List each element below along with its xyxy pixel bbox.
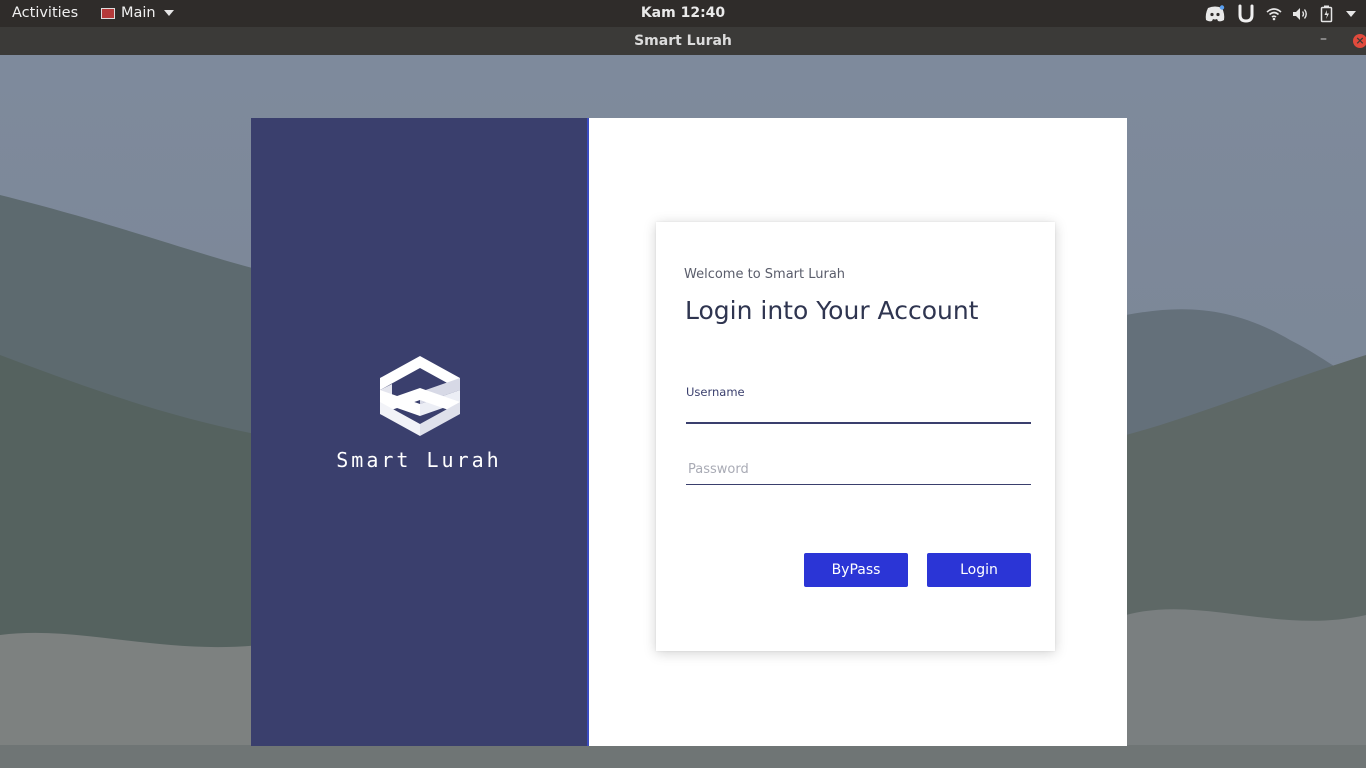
password-input[interactable]: Password xyxy=(688,462,749,477)
app-menu-icon xyxy=(101,7,115,19)
brand-name: Smart Lurah xyxy=(336,448,502,472)
password-underline xyxy=(686,484,1031,485)
volume-icon[interactable] xyxy=(1292,3,1310,24)
window-title: Smart Lurah xyxy=(634,33,732,49)
discord-icon[interactable] xyxy=(1204,3,1226,24)
u-app-icon[interactable] xyxy=(1236,3,1256,24)
brand-panel: Smart Lurah xyxy=(251,118,589,746)
username-underline xyxy=(686,422,1031,424)
app-menu[interactable]: Main xyxy=(101,5,174,21)
minimize-button[interactable]: – xyxy=(1320,31,1327,47)
system-top-bar: Activities Main Kam 12:40 xyxy=(0,0,1366,27)
battery-icon[interactable] xyxy=(1320,3,1334,24)
bypass-button[interactable]: ByPass xyxy=(804,553,908,587)
login-window: Smart Lurah Welcome to Smart Lurah Login… xyxy=(251,118,1127,746)
activities-button[interactable]: Activities xyxy=(12,5,78,21)
clock[interactable]: Kam 12:40 xyxy=(0,5,1366,21)
username-label: Username xyxy=(686,385,745,399)
wifi-icon[interactable] xyxy=(1266,3,1282,24)
login-heading: Login into Your Account xyxy=(685,296,979,325)
app-menu-label: Main xyxy=(121,5,156,21)
login-card: Welcome to Smart Lurah Login into Your A… xyxy=(656,222,1055,651)
window-title-bar[interactable]: Smart Lurah – × xyxy=(0,27,1366,55)
chevron-down-icon xyxy=(163,10,174,16)
close-button[interactable]: × xyxy=(1353,34,1366,48)
welcome-text: Welcome to Smart Lurah xyxy=(684,267,846,282)
smart-lurah-logo xyxy=(380,356,460,436)
login-panel: Welcome to Smart Lurah Login into Your A… xyxy=(589,118,1127,746)
login-button[interactable]: Login xyxy=(927,553,1031,587)
username-field[interactable]: Username xyxy=(686,385,1031,425)
system-tray xyxy=(1204,3,1356,24)
password-field[interactable]: Password xyxy=(686,460,1031,486)
system-menu-caret-icon[interactable] xyxy=(1344,3,1356,24)
